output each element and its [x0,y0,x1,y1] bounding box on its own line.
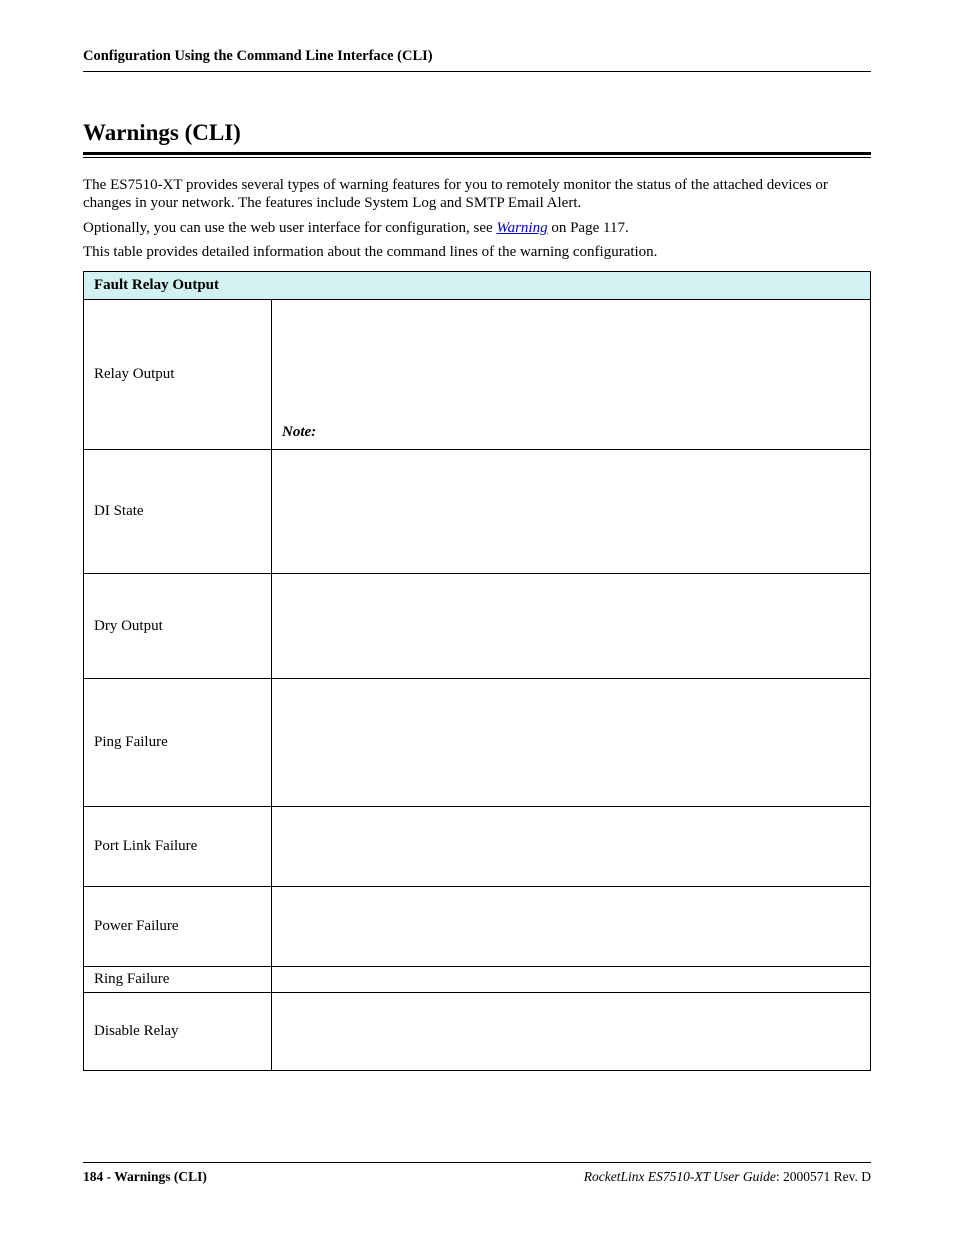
table-row: Disable Relay [84,993,871,1071]
footer-left: 184 - Warnings (CLI) [83,1169,207,1185]
footer-right: RocketLinx ES7510-XT User Guide: 2000571… [584,1169,871,1185]
footer-right-plain: : 2000571 Rev. D [776,1169,871,1184]
section-title: Warnings (CLI) [83,120,871,146]
row-desc-di-state [272,450,871,574]
table-row: Ring Failure [84,967,871,993]
page-footer: 184 - Warnings (CLI) RocketLinx ES7510-X… [83,1162,871,1185]
row-desc-ring-failure [272,967,871,993]
row-label-ping-failure: Ping Failure [84,679,272,807]
table-header-row: Fault Relay Output [84,272,871,300]
table-header-cell: Fault Relay Output [84,272,871,300]
table-row: Power Failure [84,887,871,967]
row-label-disable-relay: Disable Relay [84,993,272,1071]
row-desc-power-failure [272,887,871,967]
title-rule-thick [83,152,871,155]
warning-link[interactable]: Warning [496,220,547,236]
footer-line: 184 - Warnings (CLI) RocketLinx ES7510-X… [83,1169,871,1185]
title-rule-thin [83,157,871,158]
row-desc-ping-failure [272,679,871,807]
footer-right-italic: RocketLinx ES7510-XT User Guide [584,1169,776,1184]
table-row: Relay Output Note: [84,300,871,450]
table-row: Ping Failure [84,679,871,807]
intro-paragraph-3: This table provides detailed information… [83,243,871,261]
row-desc-dry-output [272,574,871,679]
intro-paragraph-2: Optionally, you can use the web user int… [83,219,871,237]
row-label-port-link-failure: Port Link Failure [84,807,272,887]
intro-paragraph-1: The ES7510-XT provides several types of … [83,176,871,213]
table-row: Dry Output [84,574,871,679]
row-desc-port-link-failure [272,807,871,887]
row-label-dry-output: Dry Output [84,574,272,679]
page: Configuration Using the Command Line Int… [0,0,954,1235]
footer-rule [83,1162,871,1163]
p2-text-b: on Page 117. [548,220,629,236]
note-label: Note: [282,424,316,440]
row-label-di-state: DI State [84,450,272,574]
row-desc-disable-relay [272,993,871,1071]
row-label-ring-failure: Ring Failure [84,967,272,993]
p2-text-a: Optionally, you can use the web user int… [83,220,496,236]
running-header: Configuration Using the Command Line Int… [83,48,871,72]
row-desc-relay-output: Note: [272,300,871,450]
warnings-table: Fault Relay Output Relay Output Note: DI… [83,271,871,1071]
row-label-power-failure: Power Failure [84,887,272,967]
table-row: Port Link Failure [84,807,871,887]
row-label-relay-output: Relay Output [84,300,272,450]
table-row: DI State [84,450,871,574]
